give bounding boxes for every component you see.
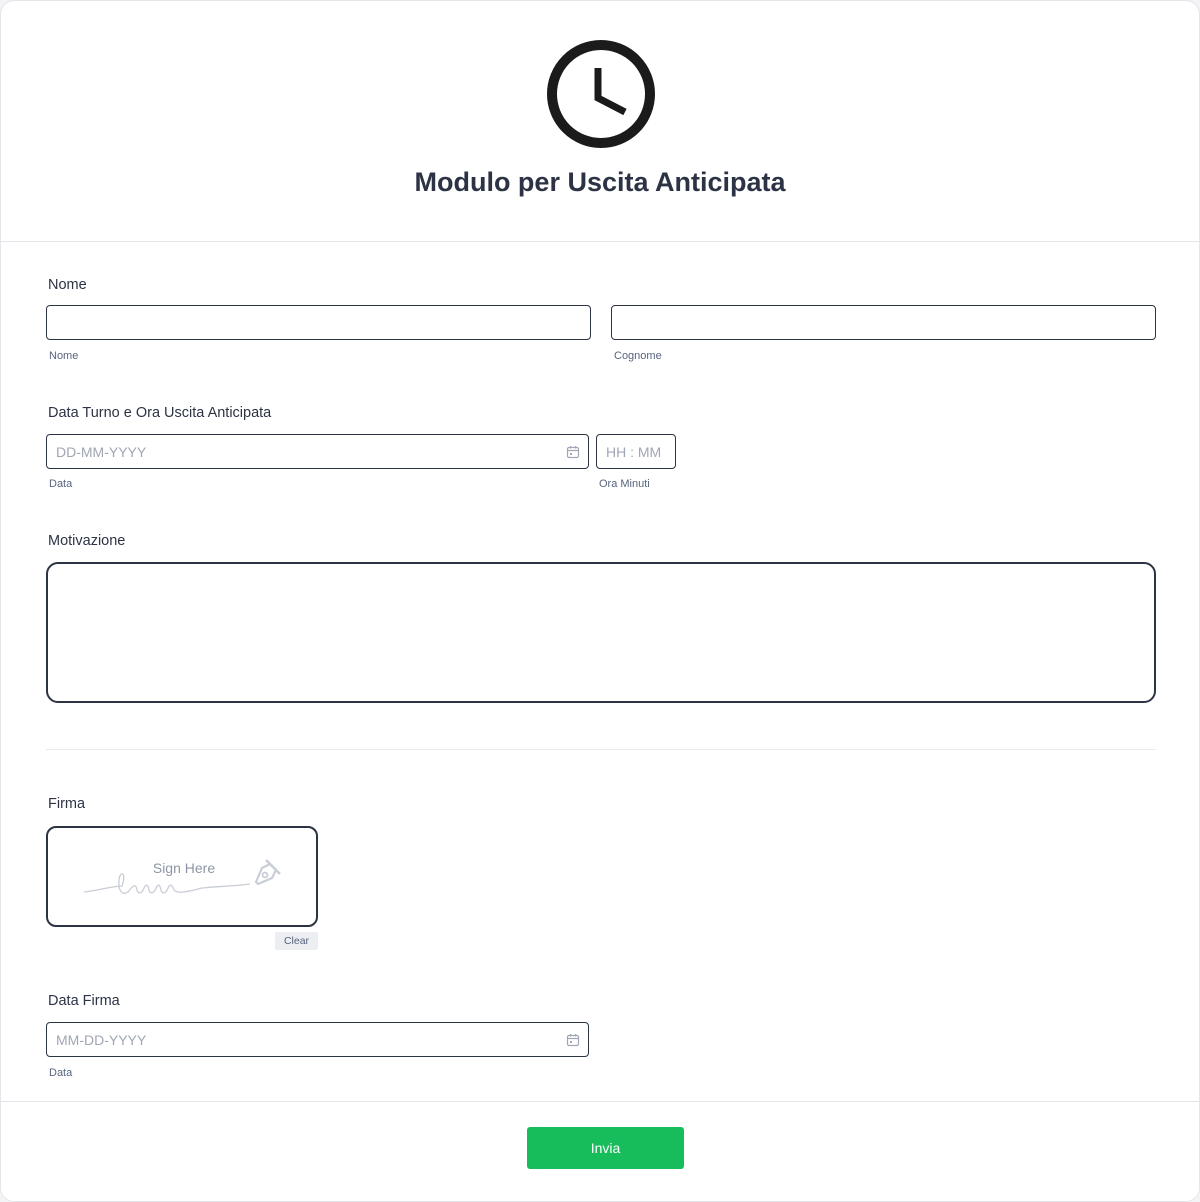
shift-date-sublabel: Data [49, 478, 73, 490]
shift-time-input[interactable] [596, 434, 676, 469]
nome-label: Nome [48, 277, 87, 293]
last-name-sublabel: Cognome [614, 350, 662, 362]
section-divider [46, 749, 1156, 750]
submit-button[interactable]: Invia [527, 1127, 684, 1169]
pen-nib-icon [254, 859, 281, 886]
data-firma-label: Data Firma [48, 993, 120, 1009]
first-name-sublabel: Nome [49, 350, 79, 362]
calendar-icon[interactable] [566, 445, 580, 459]
data-firma-sublabel: Data [49, 1067, 73, 1079]
page-title: Modulo per Uscita Anticipata [414, 167, 786, 197]
shift-label: Data Turno e Ora Uscita Anticipata [48, 405, 272, 421]
first-name-input[interactable] [46, 305, 591, 340]
shift-date-input[interactable] [46, 434, 589, 469]
clock-icon [547, 40, 655, 148]
firma-label: Firma [48, 796, 86, 812]
last-name-input[interactable] [611, 305, 1156, 340]
motivazione-label: Motivazione [48, 533, 126, 549]
form-card: Modulo per Uscita Anticipata Nome Nome C… [0, 0, 1200, 1202]
form-header: Modulo per Uscita Anticipata [1, 1, 1199, 242]
data-firma-input[interactable] [46, 1022, 589, 1057]
calendar-icon[interactable] [566, 1033, 580, 1047]
shift-time-sublabel: Ora Minuti [599, 478, 650, 490]
signature-pad[interactable]: Sign Here [46, 826, 318, 927]
motivazione-textarea[interactable] [46, 562, 1156, 703]
clear-signature-button[interactable]: Clear [275, 932, 318, 950]
